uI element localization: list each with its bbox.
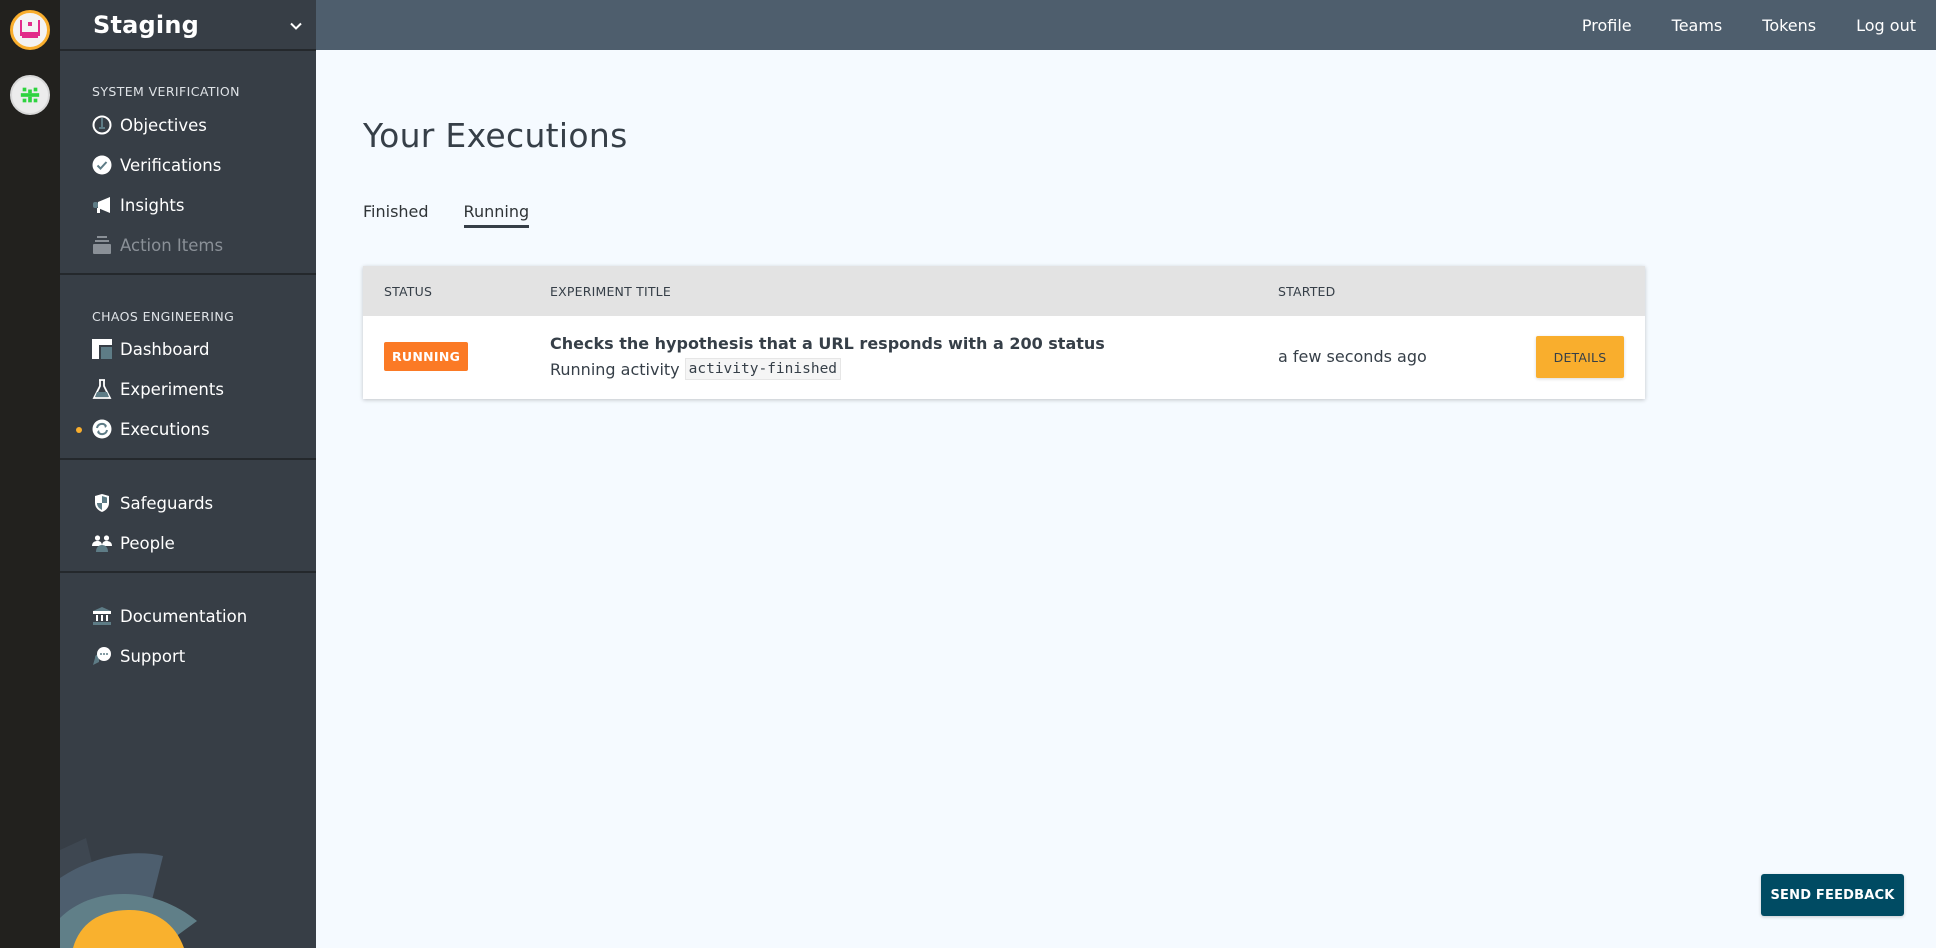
column-header-started: STARTED [1278,284,1336,299]
sidebar: Staging SYSTEM VERIFICATION Objectives V… [60,0,316,948]
flask-icon [92,379,112,399]
top-nav: Profile Teams Tokens Log out [1582,0,1916,50]
workspace-title: Staging [93,10,200,39]
sidebar-item-label: Executions [120,419,210,439]
sidebar-item-verifications[interactable]: Verifications [92,151,221,179]
top-bar: Profile Teams Tokens Log out [316,0,1936,50]
running-activity: Running activity activity-finished [550,358,842,380]
activity-name: activity-finished [684,358,842,380]
dashboard-icon [92,339,112,359]
sidebar-item-label: Dashboard [120,339,210,359]
sidebar-item-label: Experiments [120,379,224,399]
table-row: RUNNING Checks the hypothesis that a URL… [363,316,1645,399]
sidebar-item-label: People [120,533,175,553]
workspace-selector[interactable]: Staging [60,0,316,51]
status-badge: RUNNING [384,342,469,371]
details-button[interactable]: DETAILS [1536,336,1624,378]
refresh-circle-icon [92,419,112,439]
chat-bubble-icon [93,647,111,665]
sidebar-item-label: Action Items [120,235,224,255]
sidebar-item-safeguards[interactable]: Safeguards [92,489,213,517]
sidebar-item-label: Objectives [120,115,207,135]
sidebar-divider [60,273,316,275]
section-label-system-verification: SYSTEM VERIFICATION [92,84,240,99]
shield-icon [95,494,109,512]
active-indicator-dot [76,427,82,433]
page-title: Your Executions [363,116,628,155]
tab-finished[interactable]: Finished [363,202,429,228]
pixel-puzzle-icon [20,87,40,103]
column-header-experiment-title: EXPERIMENT TITLE [550,284,671,299]
people-icon [92,535,112,552]
sidebar-item-label: Support [120,646,186,666]
executions-table: STATUS EXPERIMENT TITLE STARTED RUNNING … [363,266,1645,399]
profile-link[interactable]: Profile [1582,16,1632,35]
sun-decoration-graphic [60,838,197,948]
org-avatar-2[interactable] [10,75,50,115]
sidebar-item-label: Safeguards [120,493,214,513]
org-avatar-1[interactable] [10,10,50,50]
sidebar-item-objectives[interactable]: Objectives [92,111,207,139]
sidebar-divider [60,571,316,573]
execution-tabs: Finished Running [363,202,530,228]
sidebar-item-insights[interactable]: Insights [92,191,185,219]
org-rail [0,0,60,948]
inbox-stack-icon [93,236,111,254]
gauge-icon [92,115,112,135]
sidebar-item-documentation[interactable]: Documentation [92,602,247,630]
experiment-title: Checks the hypothesis that a URL respond… [550,334,1105,353]
logout-link[interactable]: Log out [1856,16,1916,35]
send-feedback-button[interactable]: SEND FEEDBACK [1761,874,1904,916]
sidebar-item-label: Insights [120,195,185,215]
sidebar-item-label: Documentation [120,606,248,626]
started-time: a few seconds ago [1278,347,1427,366]
sidebar-item-support[interactable]: Support [92,642,185,670]
tokens-link[interactable]: Tokens [1762,16,1816,35]
column-header-status: STATUS [384,284,433,299]
running-activity-label: Running activity [550,359,680,379]
sidebar-item-label: Verifications [120,155,222,175]
sidebar-item-dashboard[interactable]: Dashboard [92,335,210,363]
megaphone-icon [93,197,110,213]
check-circle-icon [92,155,112,175]
pixel-face-icon [20,20,40,38]
sidebar-item-experiments[interactable]: Experiments [92,375,224,403]
section-label-chaos-engineering: CHAOS ENGINEERING [92,309,235,324]
teams-link[interactable]: Teams [1672,16,1723,35]
chevron-down-icon [290,22,302,30]
sidebar-divider [60,458,316,460]
sidebar-item-executions[interactable]: Executions [92,415,210,443]
sidebar-item-action-items[interactable]: Action Items [92,231,223,259]
sidebar-item-people[interactable]: People [92,529,175,557]
table-header: STATUS EXPERIMENT TITLE STARTED [363,266,1645,316]
tab-running[interactable]: Running [463,202,530,228]
institution-icon [93,607,111,625]
